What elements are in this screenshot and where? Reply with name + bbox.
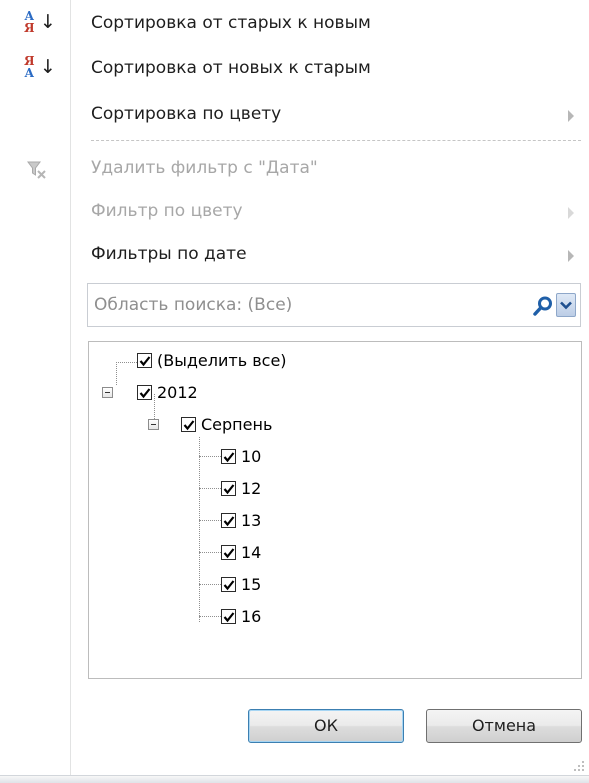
tree-label: 12 xyxy=(241,479,262,498)
tree-item-year[interactable]: 2012 xyxy=(89,382,569,406)
filter-tree: (Выделить все) 2012 Серпень 10 12 13 14 … xyxy=(88,341,582,679)
checkbox[interactable] xyxy=(137,353,152,368)
tree-item-select-all[interactable]: (Выделить все) xyxy=(89,350,569,374)
checkbox[interactable] xyxy=(221,513,236,528)
sort-arrow: ↓ xyxy=(40,11,56,33)
checkmark-icon xyxy=(139,356,151,367)
clear-filter-icon xyxy=(27,161,46,179)
sort-letter-bottom: Я xyxy=(24,21,35,35)
ok-button[interactable]: ОК xyxy=(248,709,404,743)
menu-item-sort-newest-to-oldest[interactable]: Я А ↓ Сортировка от новых к старым xyxy=(0,53,589,87)
checkbox[interactable] xyxy=(221,577,236,592)
menu-item-filter-by-color: Фильтр по цвету xyxy=(0,196,589,230)
search-box xyxy=(87,283,581,327)
submenu-arrow-icon xyxy=(568,110,574,122)
checkmark-icon xyxy=(223,612,235,623)
checkmark-icon xyxy=(223,484,235,495)
checkmark-icon xyxy=(223,516,235,527)
checkbox[interactable] xyxy=(221,609,236,624)
tree-label: 15 xyxy=(241,575,262,594)
tree-item-day[interactable]: 15 xyxy=(89,574,569,598)
chevron-down-icon xyxy=(560,301,572,310)
menu-item-date-filters[interactable]: Фильтры по дате xyxy=(0,239,589,273)
search-input[interactable] xyxy=(88,284,528,326)
resize-grip-icon[interactable] xyxy=(573,760,585,772)
menu-item-sort-oldest-to-newest[interactable]: А Я ↓ Сортировка от старых к новым xyxy=(0,8,589,42)
bottom-status-strip xyxy=(0,775,589,783)
cancel-button[interactable]: Отмена xyxy=(426,709,582,743)
sort-ascending-icon: А Я ↓ xyxy=(18,10,56,40)
tree-label: 16 xyxy=(241,607,262,626)
tree-label: 2012 xyxy=(157,383,198,402)
sort-descending-icon: Я А ↓ xyxy=(18,55,56,85)
checkbox[interactable] xyxy=(181,417,196,432)
sort-arrow: ↓ xyxy=(40,56,56,78)
tree-item-day[interactable]: 12 xyxy=(89,478,569,502)
submenu-arrow-icon xyxy=(568,207,574,219)
menu-item-sort-by-color[interactable]: Сортировка по цвету xyxy=(0,99,589,133)
tree-item-day[interactable]: 13 xyxy=(89,510,569,534)
tree-item-month[interactable]: Серпень xyxy=(89,414,569,438)
checkbox[interactable] xyxy=(137,385,152,400)
menu-label-sort-asc: Сортировка от старых к новым xyxy=(91,13,371,33)
tree-label: 14 xyxy=(241,543,262,562)
menu-label-filter-by-color: Фильтр по цвету xyxy=(91,201,243,221)
checkmark-icon xyxy=(223,548,235,559)
submenu-arrow-icon xyxy=(568,250,574,262)
search-icon[interactable] xyxy=(532,295,554,317)
collapse-icon[interactable] xyxy=(102,387,113,398)
checkmark-icon xyxy=(223,580,235,591)
checkbox[interactable] xyxy=(221,449,236,464)
checkmark-icon xyxy=(139,388,151,399)
checkmark-icon xyxy=(183,420,195,431)
menu-label-clear-filter: Удалить фильтр с "Дата" xyxy=(91,158,318,178)
tree-label: (Выделить все) xyxy=(157,351,287,370)
checkbox[interactable] xyxy=(221,481,236,496)
tree-item-day[interactable]: 10 xyxy=(89,446,569,470)
tree-item-day[interactable]: 16 xyxy=(89,606,569,630)
autofilter-dropdown: А Я ↓ Сортировка от старых к новым Я А ↓… xyxy=(0,0,589,783)
tree-label: 13 xyxy=(241,511,262,530)
menu-item-clear-filter: Удалить фильтр с "Дата" xyxy=(0,153,589,187)
checkbox[interactable] xyxy=(221,545,236,560)
tree-label: Серпень xyxy=(201,415,273,434)
menu-label-date-filters: Фильтры по дате xyxy=(91,244,247,264)
menu-label-sort-by-color: Сортировка по цвету xyxy=(91,104,282,124)
tree-item-day[interactable]: 14 xyxy=(89,542,569,566)
search-dropdown-button[interactable] xyxy=(556,293,576,317)
menu-label-sort-desc: Сортировка от новых к старым xyxy=(91,58,371,78)
checkmark-icon xyxy=(223,452,235,463)
collapse-icon[interactable] xyxy=(148,419,159,430)
sort-letter-bottom: А xyxy=(24,66,35,80)
tree-label: 10 xyxy=(241,447,262,466)
menu-separator xyxy=(91,140,581,141)
